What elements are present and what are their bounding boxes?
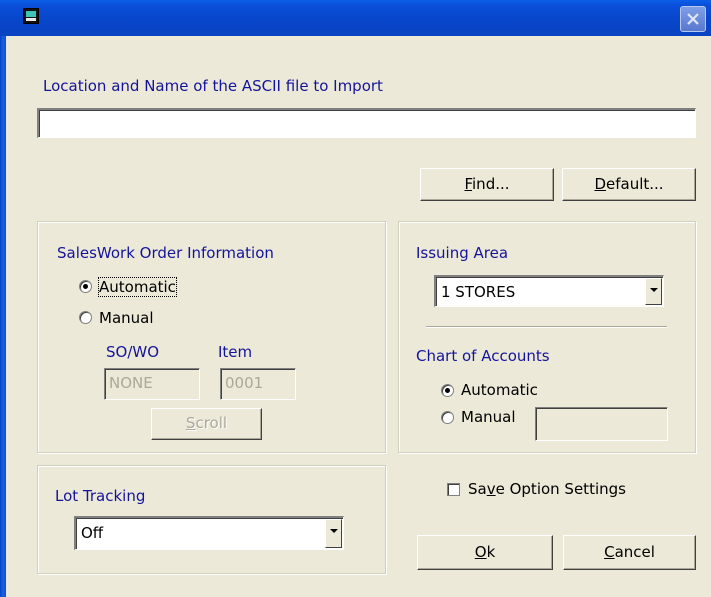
default-button[interactable]: Default... [562,168,696,201]
ok-button-accel: O [474,543,487,561]
accounts-manual-label[interactable]: Manual [461,408,516,426]
close-button[interactable] [680,6,706,32]
so-wo-label: SO/WO [106,343,160,361]
save-options-label[interactable]: Save Option Settings [468,480,626,498]
cancel-button-accel: C [604,543,615,561]
app-icon [23,8,39,24]
accounts-automatic-radio[interactable] [441,384,454,397]
find-button-label: ind... [472,175,510,193]
sales-automatic-radio[interactable] [79,280,92,293]
sales-work-order-heading: SalesWork Order Information [57,244,274,262]
import-path-input[interactable] [37,108,696,138]
default-button-accel: D [594,175,606,193]
so-wo-value: NONE [109,374,153,392]
save-options-label-prefix: Sa [468,480,487,498]
cancel-button-label: ancel [614,543,655,561]
accounts-manual-radio[interactable] [441,411,454,424]
lot-tracking-value: Off [81,524,104,542]
item-label: Item [218,343,253,361]
cancel-button[interactable]: Cancel [563,535,696,570]
ok-button-label: k [486,543,496,561]
sales-manual-label[interactable]: Manual [99,309,154,327]
accounts-automatic-label[interactable]: Automatic [461,381,538,399]
title-bar[interactable] [0,0,711,36]
chevron-down-icon[interactable] [645,278,662,305]
accounts-manual-field[interactable] [535,407,668,441]
save-options-accel: v [486,480,496,498]
sales-automatic-label[interactable]: Automatic [98,277,177,297]
scroll-button[interactable]: Scroll [151,408,262,440]
ok-button[interactable]: Ok [417,535,553,570]
close-icon [687,13,699,25]
save-options-checkbox[interactable] [447,483,460,496]
item-value: 0001 [225,374,264,392]
find-button-accel: F [464,175,473,193]
import-path-label: Location and Name of the ASCII file to I… [43,77,383,95]
chart-of-accounts-heading: Chart of Accounts [416,347,550,365]
item-field[interactable]: 0001 [220,368,296,400]
find-button[interactable]: Find... [420,168,554,201]
window-border-left [0,36,6,597]
default-button-label: efault... [606,175,664,193]
sales-manual-radio[interactable] [79,311,92,324]
issuing-area-value: 1 STORES [441,283,516,301]
lot-tracking-heading: Lot Tracking [55,487,146,505]
issuing-area-select[interactable]: 1 STORES [434,275,664,307]
lot-tracking-select[interactable]: Off [74,516,344,550]
chevron-down-icon[interactable] [325,519,342,548]
issuing-area-heading: Issuing Area [416,244,509,262]
save-options-label-rest: e Option Settings [495,480,626,498]
scroll-button-label: croll [195,414,228,432]
so-wo-field[interactable]: NONE [104,368,200,400]
separator [426,326,667,328]
